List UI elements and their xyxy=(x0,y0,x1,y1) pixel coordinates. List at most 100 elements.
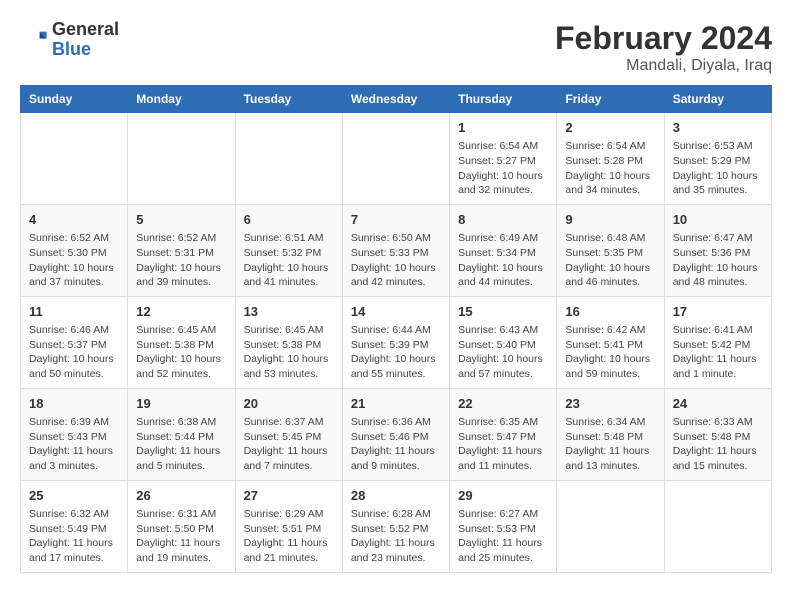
day-info: Sunrise: 6:52 AM Sunset: 5:30 PM Dayligh… xyxy=(29,231,119,290)
day-info: Sunrise: 6:38 AM Sunset: 5:44 PM Dayligh… xyxy=(136,415,226,474)
day-number: 18 xyxy=(29,395,119,413)
day-info: Sunrise: 6:51 AM Sunset: 5:32 PM Dayligh… xyxy=(244,231,334,290)
day-info: Sunrise: 6:49 AM Sunset: 5:34 PM Dayligh… xyxy=(458,231,548,290)
calendar-day-cell: 26 Sunrise: 6:31 AM Sunset: 5:50 PM Dayli… xyxy=(128,480,235,572)
day-number: 22 xyxy=(458,395,548,413)
day-number: 8 xyxy=(458,211,548,229)
day-info: Sunrise: 6:44 AM Sunset: 5:39 PM Dayligh… xyxy=(351,323,441,382)
calendar-day-cell: 11 Sunrise: 6:46 AM Sunset: 5:37 PM Dayli… xyxy=(21,296,128,388)
day-info: Sunrise: 6:31 AM Sunset: 5:50 PM Dayligh… xyxy=(136,507,226,566)
calendar-day-cell: 18 Sunrise: 6:39 AM Sunset: 5:43 PM Dayli… xyxy=(21,388,128,480)
day-info: Sunrise: 6:28 AM Sunset: 5:52 PM Dayligh… xyxy=(351,507,441,566)
calendar-day-cell xyxy=(664,480,771,572)
day-info: Sunrise: 6:35 AM Sunset: 5:47 PM Dayligh… xyxy=(458,415,548,474)
day-number: 16 xyxy=(565,303,655,321)
day-info: Sunrise: 6:45 AM Sunset: 5:38 PM Dayligh… xyxy=(136,323,226,382)
calendar-title: February 2024 xyxy=(555,20,772,57)
day-number: 6 xyxy=(244,211,334,229)
day-of-week-header: Tuesday xyxy=(235,86,342,113)
logo-text: General Blue xyxy=(52,20,119,60)
day-info: Sunrise: 6:37 AM Sunset: 5:45 PM Dayligh… xyxy=(244,415,334,474)
calendar-day-cell xyxy=(235,113,342,205)
day-number: 2 xyxy=(565,119,655,137)
calendar-day-cell: 28 Sunrise: 6:28 AM Sunset: 5:52 PM Dayli… xyxy=(342,480,449,572)
calendar-day-cell: 20 Sunrise: 6:37 AM Sunset: 5:45 PM Dayli… xyxy=(235,388,342,480)
calendar-day-cell: 14 Sunrise: 6:44 AM Sunset: 5:39 PM Dayli… xyxy=(342,296,449,388)
day-info: Sunrise: 6:50 AM Sunset: 5:33 PM Dayligh… xyxy=(351,231,441,290)
day-info: Sunrise: 6:32 AM Sunset: 5:49 PM Dayligh… xyxy=(29,507,119,566)
day-info: Sunrise: 6:43 AM Sunset: 5:40 PM Dayligh… xyxy=(458,323,548,382)
calendar-day-cell: 21 Sunrise: 6:36 AM Sunset: 5:46 PM Dayli… xyxy=(342,388,449,480)
calendar-day-cell xyxy=(21,113,128,205)
day-info: Sunrise: 6:54 AM Sunset: 5:27 PM Dayligh… xyxy=(458,139,548,198)
calendar-week-row: 18 Sunrise: 6:39 AM Sunset: 5:43 PM Dayli… xyxy=(21,388,772,480)
day-number: 7 xyxy=(351,211,441,229)
calendar-day-cell: 7 Sunrise: 6:50 AM Sunset: 5:33 PM Daylig… xyxy=(342,204,449,296)
day-number: 3 xyxy=(673,119,763,137)
calendar-week-row: 25 Sunrise: 6:32 AM Sunset: 5:49 PM Dayli… xyxy=(21,480,772,572)
day-info: Sunrise: 6:34 AM Sunset: 5:48 PM Dayligh… xyxy=(565,415,655,474)
day-number: 1 xyxy=(458,119,548,137)
day-number: 26 xyxy=(136,487,226,505)
calendar-day-cell: 22 Sunrise: 6:35 AM Sunset: 5:47 PM Dayli… xyxy=(450,388,557,480)
day-number: 15 xyxy=(458,303,548,321)
day-number: 23 xyxy=(565,395,655,413)
day-number: 24 xyxy=(673,395,763,413)
day-info: Sunrise: 6:52 AM Sunset: 5:31 PM Dayligh… xyxy=(136,231,226,290)
day-info: Sunrise: 6:46 AM Sunset: 5:37 PM Dayligh… xyxy=(29,323,119,382)
day-info: Sunrise: 6:29 AM Sunset: 5:51 PM Dayligh… xyxy=(244,507,334,566)
day-number: 21 xyxy=(351,395,441,413)
day-of-week-header: Wednesday xyxy=(342,86,449,113)
day-number: 14 xyxy=(351,303,441,321)
day-info: Sunrise: 6:47 AM Sunset: 5:36 PM Dayligh… xyxy=(673,231,763,290)
calendar-day-cell: 3 Sunrise: 6:53 AM Sunset: 5:29 PM Daylig… xyxy=(664,113,771,205)
day-number: 20 xyxy=(244,395,334,413)
logo-icon xyxy=(20,26,48,54)
day-of-week-header: Friday xyxy=(557,86,664,113)
day-info: Sunrise: 6:53 AM Sunset: 5:29 PM Dayligh… xyxy=(673,139,763,198)
title-block: February 2024 Mandali, Diyala, Iraq xyxy=(555,20,772,75)
calendar-day-cell xyxy=(557,480,664,572)
day-info: Sunrise: 6:36 AM Sunset: 5:46 PM Dayligh… xyxy=(351,415,441,474)
calendar-subtitle: Mandali, Diyala, Iraq xyxy=(555,57,772,75)
day-number: 12 xyxy=(136,303,226,321)
calendar-week-row: 11 Sunrise: 6:46 AM Sunset: 5:37 PM Dayli… xyxy=(21,296,772,388)
day-number: 9 xyxy=(565,211,655,229)
calendar-week-row: 4 Sunrise: 6:52 AM Sunset: 5:30 PM Daylig… xyxy=(21,204,772,296)
calendar-week-row: 1 Sunrise: 6:54 AM Sunset: 5:27 PM Daylig… xyxy=(21,113,772,205)
calendar-day-cell: 8 Sunrise: 6:49 AM Sunset: 5:34 PM Daylig… xyxy=(450,204,557,296)
calendar-day-cell: 23 Sunrise: 6:34 AM Sunset: 5:48 PM Dayli… xyxy=(557,388,664,480)
day-info: Sunrise: 6:54 AM Sunset: 5:28 PM Dayligh… xyxy=(565,139,655,198)
day-number: 29 xyxy=(458,487,548,505)
calendar-day-cell: 25 Sunrise: 6:32 AM Sunset: 5:49 PM Dayli… xyxy=(21,480,128,572)
calendar-day-cell: 2 Sunrise: 6:54 AM Sunset: 5:28 PM Daylig… xyxy=(557,113,664,205)
calendar-day-cell: 5 Sunrise: 6:52 AM Sunset: 5:31 PM Daylig… xyxy=(128,204,235,296)
day-number: 4 xyxy=(29,211,119,229)
day-number: 13 xyxy=(244,303,334,321)
calendar-day-cell: 9Sunrise: 6:48 AM Sunset: 5:35 PM Daylig… xyxy=(557,204,664,296)
calendar-day-cell: 29 Sunrise: 6:27 AM Sunset: 5:53 PM Dayli… xyxy=(450,480,557,572)
day-number: 25 xyxy=(29,487,119,505)
day-info: Sunrise: 6:42 AM Sunset: 5:41 PM Dayligh… xyxy=(565,323,655,382)
day-number: 11 xyxy=(29,303,119,321)
calendar-day-cell xyxy=(342,113,449,205)
day-of-week-header: Monday xyxy=(128,86,235,113)
calendar-table: SundayMondayTuesdayWednesdayThursdayFrid… xyxy=(20,85,772,573)
day-info: Sunrise: 6:41 AM Sunset: 5:42 PM Dayligh… xyxy=(673,323,763,382)
day-of-week-header: Saturday xyxy=(664,86,771,113)
calendar-day-cell: 1 Sunrise: 6:54 AM Sunset: 5:27 PM Daylig… xyxy=(450,113,557,205)
calendar-day-cell: 15 Sunrise: 6:43 AM Sunset: 5:40 PM Dayli… xyxy=(450,296,557,388)
calendar-day-cell: 10Sunrise: 6:47 AM Sunset: 5:36 PM Dayli… xyxy=(664,204,771,296)
page-header: General Blue February 2024 Mandali, Diya… xyxy=(20,20,772,75)
day-info: Sunrise: 6:33 AM Sunset: 5:48 PM Dayligh… xyxy=(673,415,763,474)
calendar-day-cell xyxy=(128,113,235,205)
day-info: Sunrise: 6:27 AM Sunset: 5:53 PM Dayligh… xyxy=(458,507,548,566)
day-of-week-header: Sunday xyxy=(21,86,128,113)
calendar-day-cell: 6 Sunrise: 6:51 AM Sunset: 5:32 PM Daylig… xyxy=(235,204,342,296)
day-number: 28 xyxy=(351,487,441,505)
calendar-day-cell: 13Sunrise: 6:45 AM Sunset: 5:38 PM Dayli… xyxy=(235,296,342,388)
day-info: Sunrise: 6:39 AM Sunset: 5:43 PM Dayligh… xyxy=(29,415,119,474)
day-number: 5 xyxy=(136,211,226,229)
day-of-week-header: Thursday xyxy=(450,86,557,113)
calendar-day-cell: 16 Sunrise: 6:42 AM Sunset: 5:41 PM Dayli… xyxy=(557,296,664,388)
